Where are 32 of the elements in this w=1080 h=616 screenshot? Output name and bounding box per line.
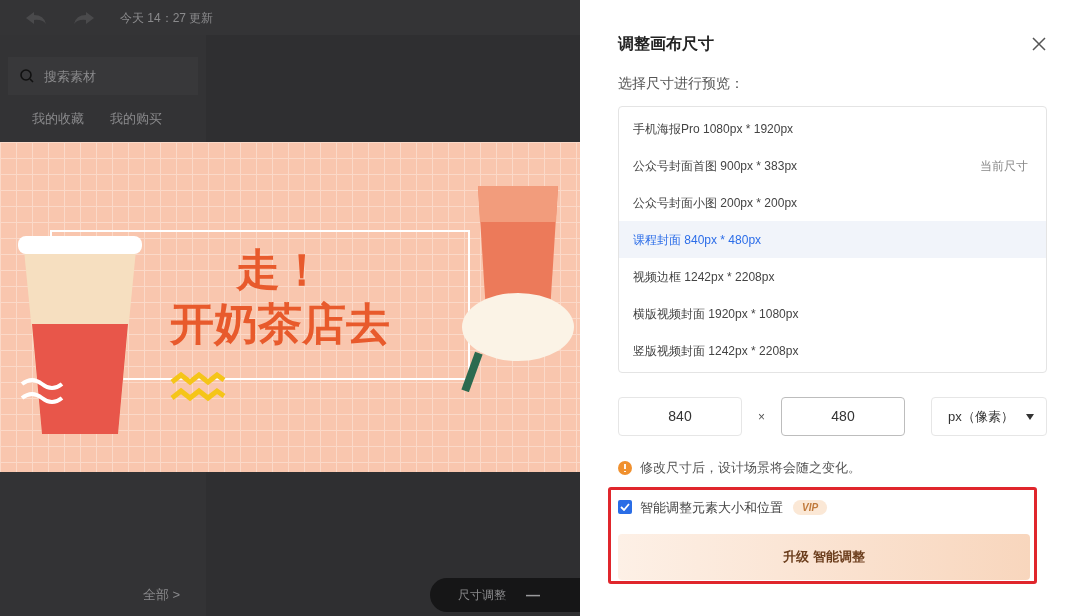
size-option[interactable]: 课程封面 840px * 480px [619,221,1046,258]
dialog-title: 调整画布尺寸 [618,34,714,54]
size-option[interactable]: 公众号封面首图 900px * 383px 当前尺寸 [619,147,1046,184]
smart-resize-checkbox[interactable] [618,500,632,515]
size-option[interactable]: 竖版视频封面 1242px * 2208px [619,332,1046,369]
smart-resize-label: 智能调整元素大小和位置 [640,498,783,517]
width-field[interactable]: 840 [618,397,742,436]
dropdown-caret-icon [1026,413,1034,420]
search-field[interactable]: 搜索素材 [8,57,198,95]
search-icon [19,68,35,84]
upgrade-button[interactable]: 升级 智能调整 [618,534,1030,580]
unit-dropdown[interactable]: px（像素） [931,397,1047,436]
height-field[interactable]: 480 [781,397,905,436]
update-time: 今天 14：27 更新 [120,9,214,27]
vip-badge: VIP [793,499,828,515]
view-all-link[interactable]: 全部 > [142,584,180,604]
size-option[interactable]: 公众号封面小图 200px * 200px [619,184,1046,221]
close-icon[interactable] [1032,37,1046,51]
warning-icon [618,460,632,475]
size-option[interactable]: 视频边框 1242px * 2208px [619,258,1046,295]
times-sign: × [757,408,766,426]
size-option[interactable]: 横版视频封面 1920px * 1080px [619,295,1046,332]
warning-text: 修改尺寸后，设计场景将会随之变化。 [640,459,861,477]
banner-headline: 走！ [236,244,324,296]
size-prompt: 选择尺寸进行预览： [618,74,745,93]
size-option[interactable]: 手机海报Pro 1080px * 1920px [619,110,1046,147]
material-tab[interactable]: 我的购买 [110,109,162,129]
zoom-out-button[interactable]: — [526,584,540,606]
banner-subline: 开奶茶店去 [170,298,390,350]
resize-button[interactable]: 尺寸调整 [458,586,506,604]
checkmark-icon [620,503,630,512]
material-tab[interactable]: 我的收藏 [32,109,84,129]
